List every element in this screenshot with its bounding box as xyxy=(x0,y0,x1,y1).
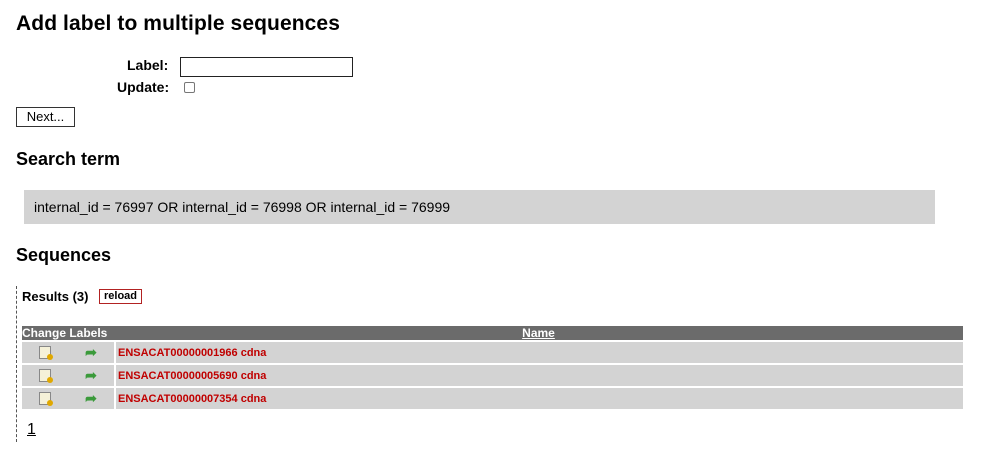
search-term-box: internal_id = 76997 OR internal_id = 769… xyxy=(24,190,935,224)
reload-button[interactable]: reload xyxy=(99,289,142,304)
table-row: ➦ ENSACAT00000007354 cdna xyxy=(22,388,963,409)
sequence-name[interactable]: ENSACAT00000001966 cdna xyxy=(114,342,963,363)
next-button[interactable]: Next... xyxy=(16,107,75,127)
results-guide-line xyxy=(16,286,17,442)
sequences-heading: Sequences xyxy=(16,245,112,265)
label-input[interactable] xyxy=(180,57,353,77)
label-field-label: Label: xyxy=(127,57,169,73)
page-title: Add label to multiple sequences xyxy=(16,12,340,35)
update-label: Update: xyxy=(117,79,170,95)
results-count: Results (3) xyxy=(22,289,89,304)
apply-label-arrow-icon[interactable]: ➦ xyxy=(85,367,97,383)
sequence-name[interactable]: ENSACAT00000007354 cdna xyxy=(114,388,963,409)
edit-label-icon[interactable] xyxy=(39,369,53,383)
update-checkbox[interactable] xyxy=(184,82,195,93)
apply-label-arrow-icon[interactable]: ➦ xyxy=(85,390,97,406)
pagination-link[interactable]: 1 xyxy=(27,421,36,439)
search-term-heading: Search term xyxy=(16,149,121,169)
name-column-header[interactable]: Name xyxy=(114,326,963,340)
sequence-name[interactable]: ENSACAT00000005690 cdna xyxy=(114,365,963,386)
edit-label-icon[interactable] xyxy=(39,346,53,360)
table-header-row: Change Labels Name xyxy=(22,326,963,340)
table-row: ➦ ENSACAT00000005690 cdna xyxy=(22,365,963,386)
edit-label-icon[interactable] xyxy=(39,392,53,406)
change-labels-column-header: Change Labels xyxy=(22,326,114,340)
table-row: ➦ ENSACAT00000001966 cdna xyxy=(22,342,963,363)
results-table: Change Labels Name ➦ ENSACAT00000001966 … xyxy=(22,324,963,411)
apply-label-arrow-icon[interactable]: ➦ xyxy=(85,344,97,360)
